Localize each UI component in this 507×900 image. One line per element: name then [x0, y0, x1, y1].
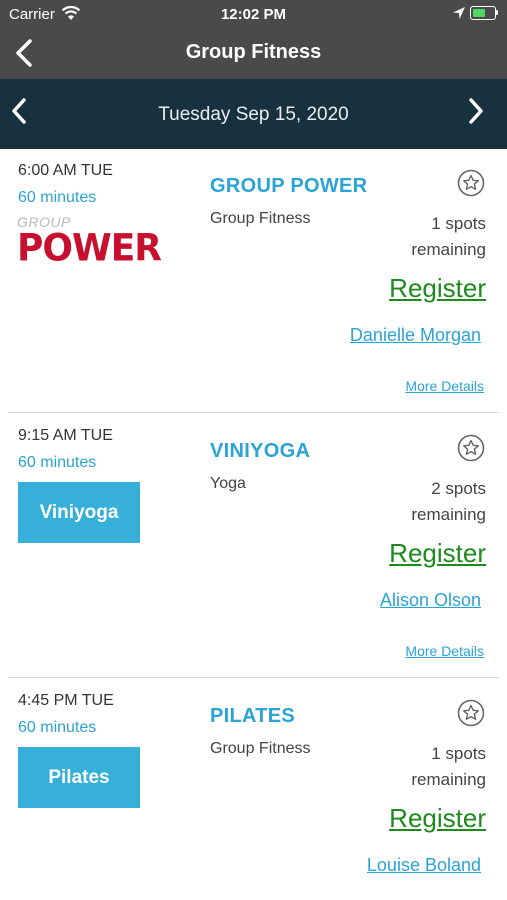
divider — [8, 412, 499, 413]
class-tile: Pilates — [18, 747, 140, 808]
star-icon[interactable] — [457, 169, 485, 197]
group-power-logo: GROUP POWER — [17, 214, 162, 280]
class-name[interactable]: GROUP POWER — [210, 175, 367, 198]
spots-label: remaining — [411, 770, 486, 789]
class-name[interactable]: VINIYOGA — [210, 440, 310, 463]
location-icon — [453, 7, 465, 19]
more-details-link[interactable]: More Details — [405, 643, 484, 659]
class-duration: 60 minutes — [18, 454, 97, 471]
register-button[interactable]: Register — [389, 273, 486, 304]
spots-label: remaining — [411, 505, 486, 524]
spots-count: 1 spots — [431, 744, 486, 763]
divider — [8, 677, 499, 678]
instructor-link[interactable]: Alison Olson — [380, 590, 481, 611]
class-category: Group Fitness — [210, 740, 311, 757]
instructor-link[interactable]: Danielle Morgan — [350, 325, 481, 346]
register-button[interactable]: Register — [389, 803, 486, 834]
register-button[interactable]: Register — [389, 538, 486, 569]
status-time: 12:02 PM — [220, 6, 287, 23]
class-category: Group Fitness — [210, 210, 311, 227]
battery-nub — [496, 10, 498, 15]
battery-icon — [470, 6, 496, 20]
instructor-link[interactable]: Louise Boland — [367, 855, 481, 876]
class-time: 4:45 PM TUE — [18, 692, 114, 709]
top-bar: Carrier 12:02 PM Group Fitness — [0, 0, 507, 79]
spots-count: 2 spots — [431, 479, 486, 498]
spots-remaining: 1 spots remaining — [411, 211, 486, 263]
spots-remaining: 1 spots remaining — [411, 741, 486, 793]
class-time: 9:15 AM TUE — [18, 427, 113, 444]
class-category: Yoga — [210, 475, 246, 492]
class-duration: 60 minutes — [18, 189, 97, 206]
class-time: 6:00 AM TUE — [18, 162, 113, 179]
page-title: Group Fitness — [185, 41, 322, 63]
chevron-right-icon[interactable] — [463, 96, 487, 126]
spots-label: remaining — [411, 240, 486, 259]
class-name[interactable]: PILATES — [210, 705, 295, 728]
spots-remaining: 2 spots remaining — [411, 476, 486, 528]
class-duration: 60 minutes — [18, 719, 97, 736]
more-details-link[interactable]: More Details — [405, 378, 484, 394]
logo-text-big: POWER — [17, 226, 162, 270]
spots-count: 1 spots — [431, 214, 486, 233]
class-tile: Viniyoga — [18, 482, 140, 543]
star-icon[interactable] — [457, 434, 485, 462]
star-icon[interactable] — [457, 699, 485, 727]
date-label: Tuesday Sep 15, 2020 — [158, 104, 349, 125]
